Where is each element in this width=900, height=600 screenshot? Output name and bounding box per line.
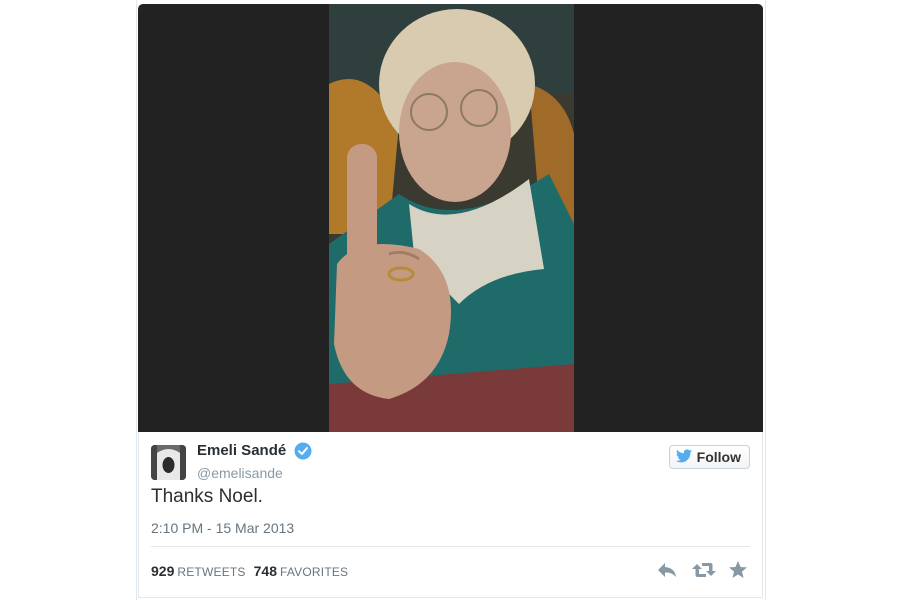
tweet-text: Thanks Noel. bbox=[151, 486, 263, 507]
photo-image bbox=[329, 4, 574, 432]
verified-badge-icon bbox=[294, 442, 312, 460]
retweets-stat[interactable]: 929 RETWEETS bbox=[151, 563, 246, 579]
divider bbox=[151, 546, 750, 547]
favorites-count: 748 bbox=[253, 563, 277, 579]
reply-icon[interactable] bbox=[656, 560, 678, 580]
author-handle[interactable]: @emelisande bbox=[197, 465, 283, 481]
avatar[interactable] bbox=[151, 445, 186, 480]
retweet-icon[interactable] bbox=[692, 560, 716, 580]
favorites-stat[interactable]: 748 FAVORITES bbox=[254, 563, 349, 579]
favorites-label: FAVORITES bbox=[280, 565, 349, 579]
avatar-image bbox=[151, 445, 186, 480]
tweet-media[interactable] bbox=[138, 4, 763, 432]
tweet-details: Emeli Sandé @emelisande Follow Thanks No… bbox=[138, 432, 763, 598]
retweets-count: 929 bbox=[151, 563, 175, 579]
tweet-actions bbox=[656, 560, 750, 580]
retweets-label: RETWEETS bbox=[177, 565, 246, 579]
twitter-bird-icon bbox=[675, 448, 692, 466]
author-name[interactable]: Emeli Sandé bbox=[197, 442, 286, 459]
tweet-stats: 929 RETWEETS 748 FAVORITES bbox=[151, 563, 348, 579]
favorite-star-icon[interactable] bbox=[728, 560, 750, 580]
tweet-timestamp[interactable]: 2:10 PM - 15 Mar 2013 bbox=[151, 520, 294, 536]
follow-button[interactable]: Follow bbox=[668, 445, 750, 469]
follow-label: Follow bbox=[696, 449, 741, 465]
tweet-photo[interactable] bbox=[329, 4, 574, 432]
